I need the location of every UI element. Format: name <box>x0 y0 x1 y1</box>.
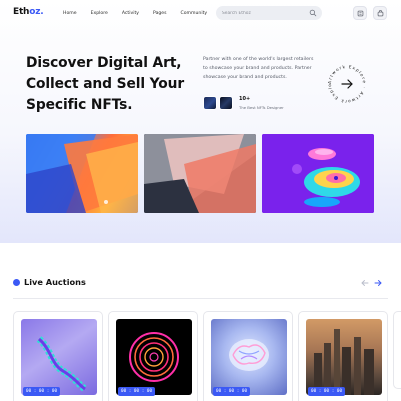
arrow-right-icon <box>341 79 353 89</box>
avatar[interactable] <box>203 96 217 110</box>
neon-rings-image <box>129 332 179 382</box>
auction-card[interactable]: 00 : 00 : 00 <box>13 311 103 401</box>
designer-count-label: The Best NFTs Designer <box>239 105 284 110</box>
avatar[interactable] <box>219 96 233 110</box>
auction-card[interactable]: 00 : 00 : 00 <box>108 311 198 401</box>
nav-home[interactable]: Home <box>63 11 77 16</box>
auction-card-partial[interactable] <box>393 311 401 389</box>
arrow-right-icon[interactable] <box>373 278 383 288</box>
section-divider <box>13 298 388 299</box>
auction-timer: 00 : 00 : 00 <box>118 387 156 396</box>
auction-timer: 00 : 00 : 00 <box>308 387 346 396</box>
auction-image <box>211 319 287 395</box>
nav-community[interactable]: Community <box>181 11 208 16</box>
nav-explore[interactable]: Explore <box>91 11 108 16</box>
main-nav: Home Explore Activity Pages Community <box>63 11 221 16</box>
3d-shape-artwork-image <box>262 134 374 213</box>
abstract-artwork-image <box>26 134 138 213</box>
auction-image <box>21 319 97 395</box>
featured-artwork-3[interactable] <box>262 134 374 213</box>
logo-text: Eth <box>13 7 30 17</box>
hero-title: Discover Digital Art, Collect and Sell Y… <box>26 55 185 113</box>
designer-count: 10+ <box>239 96 251 102</box>
wallet-icon <box>357 10 363 16</box>
top-header: Ethoz. Home Explore Activity Pages Commu… <box>0 0 401 27</box>
cart-button[interactable] <box>373 6 387 20</box>
designer-avatars <box>203 96 233 110</box>
live-auctions-title: Live Auctions <box>24 277 86 287</box>
hero-description: Partner with one of the world's largest … <box>203 57 314 80</box>
search-bar <box>216 6 322 20</box>
bag-icon <box>377 9 383 16</box>
logo-accent: oz. <box>29 7 44 17</box>
explore-button[interactable]: Artwork Explore · Artwork Explore · <box>326 63 368 105</box>
featured-artwork-2[interactable] <box>144 134 256 213</box>
live-indicator <box>13 279 20 286</box>
logo[interactable]: Ethoz. <box>13 7 44 17</box>
auction-card[interactable]: 00 : 00 : 00 <box>203 311 293 401</box>
featured-artwork-1[interactable] <box>26 134 138 213</box>
nav-pages[interactable]: Pages <box>153 11 167 16</box>
auction-timer: 00 : 00 : 00 <box>213 387 251 396</box>
auction-image <box>116 319 192 395</box>
nav-activity[interactable]: Activity <box>122 11 139 16</box>
auction-timer: 00 : 00 : 00 <box>23 387 61 396</box>
search-input[interactable] <box>222 9 302 17</box>
city-skyline-image <box>314 329 374 395</box>
auction-image <box>306 319 382 395</box>
auction-card[interactable]: 00 : 00 : 00 <box>298 311 388 401</box>
arrow-left-icon[interactable] <box>360 278 370 288</box>
glowing-brain-image <box>229 339 269 371</box>
wallet-button[interactable] <box>353 6 367 20</box>
abstract-artwork-image <box>144 134 256 213</box>
search-icon[interactable] <box>309 9 317 17</box>
spiral-ribbon-image <box>36 336 88 392</box>
